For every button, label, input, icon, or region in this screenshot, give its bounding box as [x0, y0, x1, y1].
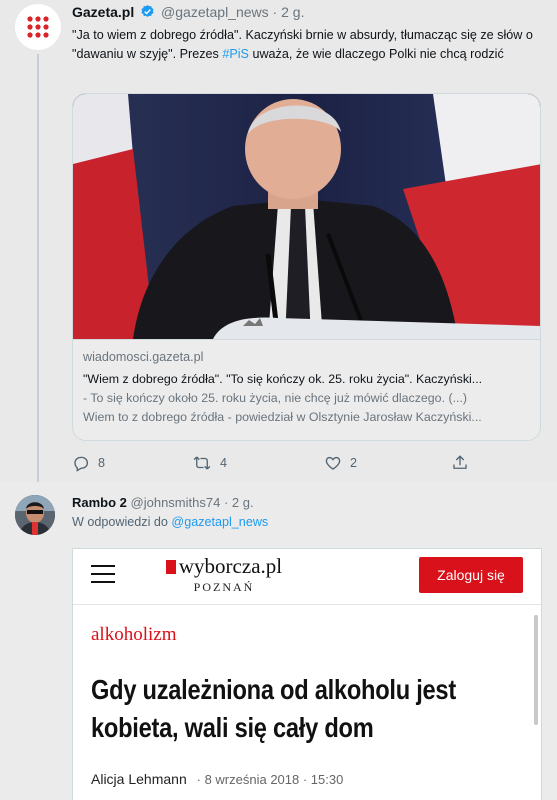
author-name[interactable]: Gazeta.pl: [72, 4, 134, 20]
hamburger-menu-icon[interactable]: [91, 565, 115, 585]
tweet-actions: 8 4 2: [72, 454, 472, 474]
like-icon: [325, 456, 341, 470]
mention-link[interactable]: @gazetapl_news: [171, 515, 268, 529]
avatar[interactable]: [15, 495, 55, 535]
scrollbar[interactable]: [534, 615, 538, 725]
card-domain: wiadomosci.gazeta.pl: [83, 350, 204, 364]
like-button[interactable]: 2: [324, 454, 357, 472]
attached-screenshot[interactable]: wyborcza.pl POZNAŃ Zaloguj się alkoholiz…: [72, 548, 542, 800]
retweet-count: 4: [220, 456, 228, 470]
tweet-text: "Ja to wiem z dobrego źródła". Kaczyński…: [72, 26, 542, 64]
article-date: · 8 września 2018 · 15:30: [196, 772, 344, 787]
tweet-time[interactable]: 2 g.: [232, 495, 254, 510]
wyborcza-header: wyborcza.pl POZNAŃ Zaloguj się: [73, 549, 541, 605]
reply-icon: [74, 456, 89, 472]
share-button[interactable]: [451, 454, 469, 472]
article-photo: [73, 94, 540, 339]
hashtag-link[interactable]: #PiS: [222, 47, 249, 61]
like-count: 2: [350, 456, 358, 470]
retweet-button[interactable]: 4: [192, 454, 227, 472]
tweet-time[interactable]: 2 g.: [281, 4, 304, 20]
reply-count: 8: [98, 456, 106, 470]
gazeta-logo-icon: [27, 16, 49, 38]
author-name[interactable]: Rambo 2: [72, 495, 127, 510]
card-description: Wiem to z dobrego źródła - powiedział w …: [83, 410, 482, 424]
tweet-text-part: uważa, że wie dlaczego Polki nie chcą ro…: [248, 47, 504, 61]
wyborcza-logo[interactable]: wyborcza.pl POZNAŃ: [165, 554, 283, 595]
login-button[interactable]: Zaloguj się: [419, 557, 523, 593]
link-card[interactable]: wiadomosci.gazeta.pl "Wiem z dobrego źró…: [72, 93, 541, 441]
logo-text: wyborcza.pl: [178, 554, 283, 578]
card-description: - To się kończy około 25. roku życia, ni…: [83, 391, 468, 405]
logo-subtitle: POZNAŃ: [193, 580, 255, 594]
article-byline: Alicja Lehmann · 8 września 2018 · 15:30: [91, 771, 343, 787]
tweet-rambo[interactable]: Rambo 2 @johnsmiths74 · 2 g. W odpowiedz…: [0, 482, 557, 800]
reply-prefix: W odpowiedzi do: [72, 515, 168, 529]
thread-connector: [37, 54, 39, 482]
author-handle[interactable]: @gazetapl_news: [161, 4, 269, 20]
article-category[interactable]: alkoholizm: [91, 624, 176, 646]
author-handle[interactable]: @johnsmiths74: [131, 495, 221, 510]
verified-badge-icon: [140, 4, 155, 22]
card-title: "Wiem z dobrego źródła". "To się kończy …: [83, 372, 483, 386]
reply-context: W odpowiedzi do @gazetapl_news: [72, 515, 268, 529]
tweet-header: Rambo 2 @johnsmiths74 · 2 g.: [72, 495, 254, 510]
article-author[interactable]: Alicja Lehmann: [91, 771, 187, 787]
link-card-body: wiadomosci.gazeta.pl "Wiem z dobrego źró…: [73, 339, 540, 440]
tweet-gazeta[interactable]: Gazeta.pl @gazetapl_news · 2 g. "Ja to w…: [0, 0, 557, 482]
share-icon: [453, 455, 467, 469]
retweet-icon: [193, 456, 211, 470]
tweet-header: Gazeta.pl @gazetapl_news · 2 g.: [72, 4, 305, 22]
reply-button[interactable]: 8: [72, 454, 105, 472]
article-headline[interactable]: Gdy uzależniona od alkoholu jest kobieta…: [91, 671, 521, 747]
gazeta-avatar[interactable]: [15, 4, 61, 50]
